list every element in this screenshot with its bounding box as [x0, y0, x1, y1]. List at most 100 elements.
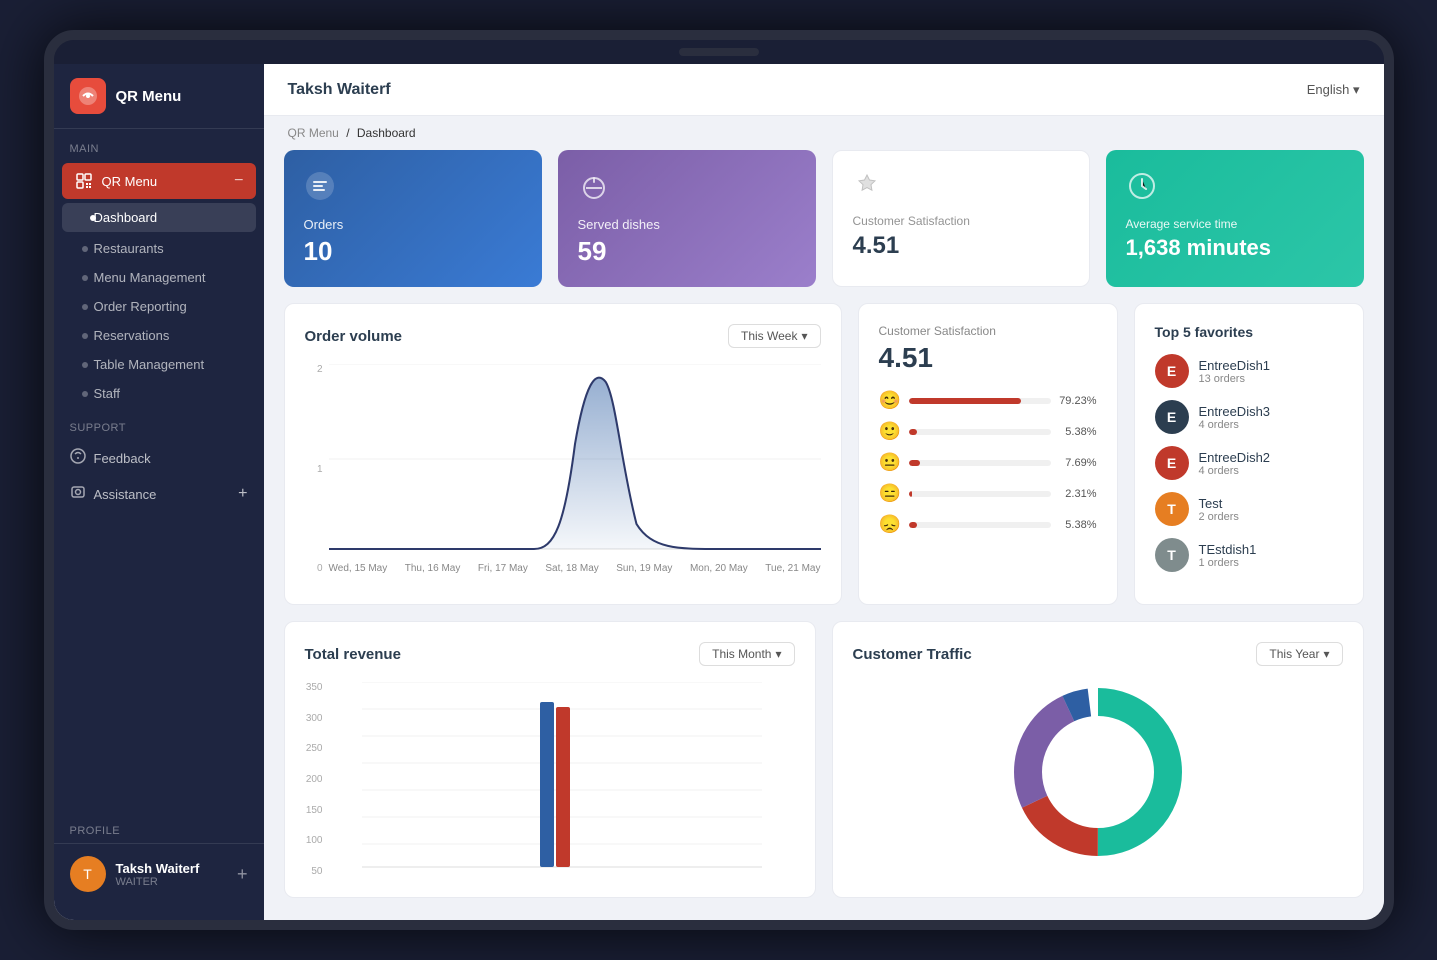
satisfaction-card: Customer Satisfaction 4.51	[832, 150, 1090, 287]
rev-y-50: 50	[305, 866, 323, 877]
breadcrumb-separator: /	[346, 126, 353, 140]
avg-service-label: Average service time	[1126, 217, 1344, 231]
sidebar-item-dashboard[interactable]: Dashboard	[62, 203, 256, 232]
avg-service-icon	[1126, 170, 1344, 209]
sidebar-item-restaurants[interactable]: Restaurants	[54, 234, 264, 263]
fav-name-1: EntreeDish1	[1199, 358, 1271, 373]
orders-card: Orders 10	[284, 150, 542, 287]
served-dishes-icon	[578, 170, 796, 209]
x-label-6: Tue, 21 May	[765, 563, 820, 574]
sidebar-restaurants-label: Restaurants	[94, 241, 164, 256]
revenue-chart-area: 350 300 250 200 150 100 50	[305, 682, 795, 877]
x-label-2: Fri, 17 May	[478, 563, 528, 574]
fav-name-3: EntreeDish2	[1199, 450, 1271, 465]
satisfaction-icon	[853, 171, 1069, 206]
pct-meh: 2.31%	[1059, 488, 1097, 500]
customer-satisfaction-card: Customer Satisfaction 4.51 😊 79.23% 🙂	[858, 303, 1118, 605]
fav-name-5: TEstdish1	[1199, 542, 1257, 557]
order-volume-card: Order volume This Week 2 1 0	[284, 303, 842, 605]
sidebar-item-qrmenu[interactable]: QR Menu −	[62, 163, 256, 199]
fav-item-5: T TEstdish1 1 orders	[1155, 538, 1343, 572]
total-revenue-filter[interactable]: This Month	[699, 642, 794, 666]
language-selector[interactable]: English	[1307, 82, 1360, 98]
pct-great: 79.23%	[1059, 395, 1097, 407]
orders-icon	[304, 170, 522, 209]
sidebar-item-table-management[interactable]: Table Management	[54, 350, 264, 379]
total-revenue-title: Total revenue	[305, 646, 401, 663]
customer-traffic-filter[interactable]: This Year	[1256, 642, 1342, 666]
app-logo-icon	[70, 78, 106, 114]
x-label-5: Mon, 20 May	[690, 563, 748, 574]
bar-great	[909, 398, 1051, 404]
donut-chart-container	[853, 682, 1343, 862]
y-label-0: 0	[305, 563, 323, 574]
bar-meh	[909, 491, 1051, 497]
orders-value: 10	[304, 236, 522, 267]
fav-orders-1: 13 orders	[1199, 373, 1271, 385]
sidebar-profile-label: Profile	[54, 811, 264, 843]
customer-traffic-header: Customer Traffic This Year	[853, 642, 1343, 666]
sidebar-item-staff[interactable]: Staff	[54, 379, 264, 408]
profile-role: WAITER	[116, 876, 200, 888]
face-great: 😊	[879, 390, 901, 411]
profile-info: Taksh Waiterf WAITER	[116, 861, 200, 888]
sidebar-item-order-reporting[interactable]: Order Reporting	[54, 292, 264, 321]
y-label-1: 1	[305, 464, 323, 475]
served-dishes-card: Served dishes 59	[558, 150, 816, 287]
breadcrumb-home[interactable]: QR Menu	[288, 126, 339, 140]
satisfaction-card-value: 4.51	[853, 232, 1069, 260]
content-area: Orders 10 Served dishes 59	[264, 150, 1384, 920]
order-volume-chart-area: 2 1 0	[305, 364, 821, 574]
face-ok: 😐	[879, 452, 901, 473]
favorites-card: Top 5 favorites E EntreeDish1 13 orders …	[1134, 303, 1364, 605]
fav-avatar-5: T	[1155, 538, 1189, 572]
fav-avatar-3: E	[1155, 446, 1189, 480]
rating-row-1: 😊 79.23%	[879, 390, 1097, 411]
assistance-plus-icon[interactable]: +	[238, 485, 247, 503]
served-dishes-value: 59	[578, 236, 796, 267]
fav-name-4: Test	[1199, 496, 1239, 511]
bar-bad	[909, 522, 1051, 528]
bottom-row: Total revenue This Month 350 300 250 200…	[284, 621, 1364, 898]
sidebar: QR Menu Main QR Menu − Dashboard Restaur…	[54, 64, 264, 920]
breadcrumb-current: Dashboard	[357, 126, 416, 140]
fav-info-5: TEstdish1 1 orders	[1199, 542, 1257, 569]
sidebar-item-assistance[interactable]: Assistance +	[54, 476, 264, 512]
bar-ok	[909, 460, 1051, 466]
order-volume-title: Order volume	[305, 328, 403, 345]
sidebar-qrmenu-label: QR Menu	[102, 174, 158, 189]
customer-traffic-card: Customer Traffic This Year	[832, 621, 1364, 898]
y-label-2: 2	[305, 364, 323, 375]
sidebar-assistance-label: Assistance	[94, 487, 157, 502]
x-label-1: Thu, 16 May	[405, 563, 461, 574]
favorites-title: Top 5 favorites	[1155, 324, 1343, 340]
fav-orders-3: 4 orders	[1199, 465, 1271, 477]
x-axis-labels: Wed, 15 May Thu, 16 May Fri, 17 May Sat,…	[329, 559, 821, 574]
face-bad: 😞	[879, 514, 901, 535]
x-label-3: Sat, 18 May	[545, 563, 598, 574]
sidebar-feedback-label: Feedback	[94, 451, 151, 466]
fav-name-2: EntreeDish3	[1199, 404, 1271, 419]
middle-row: Order volume This Week 2 1 0	[284, 303, 1364, 605]
rev-y-150: 150	[305, 805, 323, 816]
profile-avatar: T	[70, 856, 106, 892]
customer-traffic-title: Customer Traffic	[853, 646, 972, 663]
y-axis-labels: 2 1 0	[305, 364, 329, 574]
sidebar-item-menu-management[interactable]: Menu Management	[54, 263, 264, 292]
order-volume-filter[interactable]: This Week	[728, 324, 821, 348]
total-revenue-card: Total revenue This Month 350 300 250 200…	[284, 621, 816, 898]
fav-avatar-1: E	[1155, 354, 1189, 388]
rev-y-300: 300	[305, 713, 323, 724]
rev-y-100: 100	[305, 835, 323, 846]
sidebar-item-reservations[interactable]: Reservations	[54, 321, 264, 350]
order-volume-header: Order volume This Week	[305, 324, 821, 348]
fav-avatar-4: T	[1155, 492, 1189, 526]
sidebar-item-feedback[interactable]: Feedback	[54, 440, 264, 476]
sidebar-staff-label: Staff	[94, 386, 121, 401]
stat-cards: Orders 10 Served dishes 59	[284, 150, 1364, 287]
sidebar-profile: T Taksh Waiterf WAITER +	[54, 843, 264, 904]
sidebar-collapse-icon[interactable]: −	[234, 172, 243, 190]
sidebar-reservations-label: Reservations	[94, 328, 170, 343]
fav-item-3: E EntreeDish2 4 orders	[1155, 446, 1343, 480]
profile-plus-icon[interactable]: +	[237, 864, 248, 885]
